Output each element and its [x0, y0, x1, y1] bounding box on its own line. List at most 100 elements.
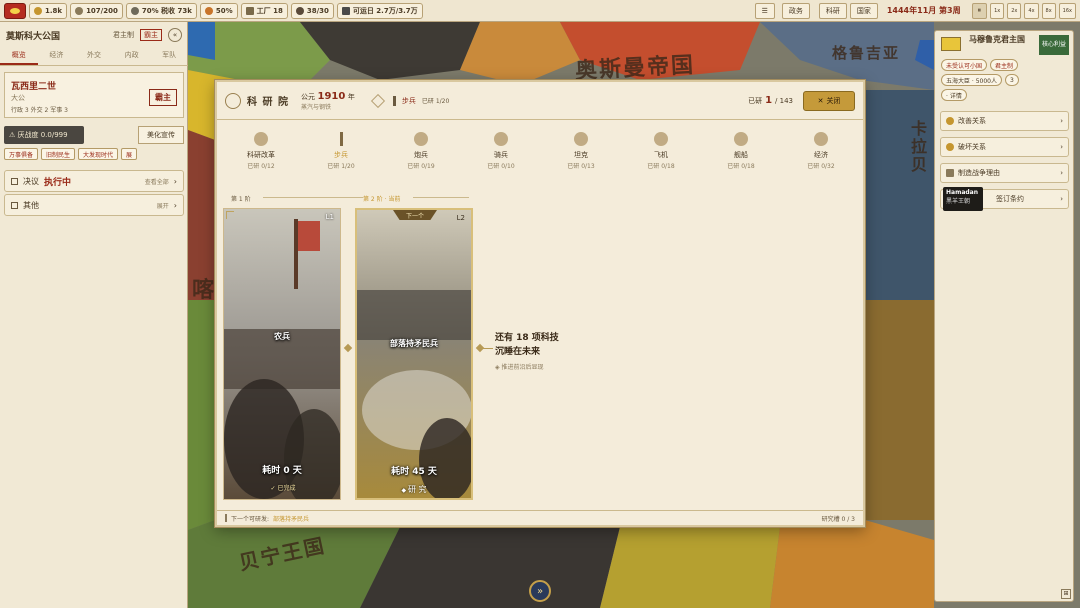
fabricate-claim-button[interactable]: 制造战争理由 ›	[940, 163, 1069, 183]
treaty-label: 签订条约	[996, 195, 1024, 203]
resource-gold[interactable]: 1.8k	[29, 2, 68, 19]
tab-interior[interactable]: 内政	[113, 50, 151, 65]
bottom-expand-button[interactable]: »	[529, 580, 551, 602]
stage-1-label: 第 1 阶	[231, 196, 251, 203]
tab-overview[interactable]: 概览	[0, 50, 38, 65]
details-link[interactable]: · 详情	[941, 89, 967, 101]
category-tab-0[interactable]: 科研改革 已研 0/12	[231, 132, 291, 170]
card-1-name: 农兵	[274, 332, 290, 341]
card-2-level: L2	[456, 214, 465, 222]
category-icon	[339, 132, 343, 146]
card-1-level: L1	[325, 213, 334, 221]
category-progress: 已研 0/19	[407, 163, 435, 170]
research-action[interactable]: ◆ 研 究	[357, 484, 471, 495]
country-name: 莫斯科大公国	[6, 31, 61, 42]
stage-divider	[263, 197, 363, 198]
speed-2x[interactable]: 2x	[1007, 2, 1022, 19]
category-tab-5[interactable]: 飞机 已研 0/18	[631, 132, 691, 170]
close-label: 关闭	[826, 96, 841, 105]
other-link[interactable]: 展开	[157, 201, 169, 210]
improve-relations-button[interactable]: 改善关系 ›	[940, 111, 1069, 131]
category-name: 坦克	[574, 151, 588, 159]
expand-corner-icon[interactable]: ⊞	[1061, 589, 1071, 599]
stage-2-label: 第 2 阶 · 当前	[363, 196, 401, 203]
research-button[interactable]: 科研	[818, 2, 847, 19]
category-icon	[574, 132, 588, 146]
resource-transport[interactable]: 可运日 2.7万/3.7万	[336, 2, 423, 19]
government-label: 君主制	[113, 31, 134, 39]
modifier-1[interactable]: 旧制民生	[41, 148, 76, 160]
nation-button[interactable]: 国家	[849, 2, 878, 19]
speed-16x[interactable]: 16x	[1058, 2, 1076, 19]
tab-military[interactable]: 军队	[150, 50, 188, 65]
tab-diplomacy[interactable]: 外交	[75, 50, 113, 65]
next-tag-label: 下一个	[405, 212, 424, 220]
stage-divider	[413, 197, 469, 198]
tab-economy[interactable]: 经济	[38, 50, 76, 65]
target-stat-1: 3	[1005, 74, 1019, 86]
flag-button[interactable]	[4, 2, 26, 19]
footer-prefix: 下一个可研发:	[231, 515, 270, 523]
card-1-status: ✓ 已完成	[270, 485, 296, 492]
pause-button[interactable]: ⏸	[971, 2, 988, 19]
category-tab-2[interactable]: 炮兵已研 0/19	[391, 132, 451, 170]
other-row[interactable]: 其他 展开 ›	[4, 194, 184, 216]
speed-4x[interactable]: 4x	[1024, 2, 1039, 19]
total-all: / 143	[775, 96, 793, 105]
modifier-0[interactable]: 万事俱备	[4, 148, 39, 160]
category-name: 炮兵	[414, 151, 428, 159]
war-exhaustion: ⚠ 厌战度 0.0/999	[4, 126, 84, 144]
menu-button[interactable]: ☰	[754, 2, 775, 19]
gold-coin-icon	[34, 6, 42, 15]
tech-card-tribal-spearmen[interactable]: 下一个 L2 部落持矛民兵 耗时 45 天 ◆ 研 究	[355, 208, 473, 500]
speed-8x[interactable]: 8x	[1041, 2, 1056, 19]
chevron-right-icon: ›	[173, 176, 177, 186]
category-tab-7[interactable]: 经济 已研 0/32	[791, 132, 851, 170]
decisions-row[interactable]: 决议 执行中 查看全部 ›	[4, 170, 184, 192]
modifier-row: 万事俱备 旧制民生 大发现时代 展	[4, 148, 184, 162]
future-hint: ◈ 推进前沿后显现	[495, 364, 544, 371]
target-stat-0: 五海大臣 · 5000人	[941, 74, 1002, 86]
modifier-3[interactable]: 展	[121, 148, 138, 160]
footer-next-tech[interactable]: 部落持矛民兵	[273, 514, 309, 523]
propaganda-button[interactable]: 美化宣传	[138, 126, 184, 144]
top-bar: 1.8k 107/200 70% 税收 73k 50% 工厂 18 38/30 …	[0, 0, 1080, 22]
compass-icon	[370, 93, 385, 108]
target-flag	[941, 37, 961, 51]
category-tab-4[interactable]: 坦克 已研 0/13	[551, 132, 611, 170]
map-label-ka: 喀	[192, 277, 217, 303]
current-category: 步兵	[401, 96, 416, 105]
ruler-card[interactable]: 瓦西里二世 大公 行政 3 外交 2 军事 3 霸主	[4, 72, 184, 118]
category-name: 科研改革	[247, 151, 275, 159]
category-tab-1[interactable]: 步兵 已研 1/20	[311, 132, 371, 170]
tag-monarchy: 君主制	[990, 59, 1019, 71]
target-country-name: 马穆鲁克君主国	[969, 35, 1025, 44]
collapse-button[interactable]: «	[168, 28, 182, 42]
resource-tax[interactable]: 70% 税收 73k	[125, 2, 197, 19]
damage-relations-button[interactable]: 破坏关系 ›	[940, 137, 1069, 157]
resource-units[interactable]: 38/30	[290, 2, 334, 19]
ruler-name: 瓦西里二世	[11, 82, 57, 92]
modal-footer: 下一个可研发: 部落持矛民兵 研究槽 0 / 3	[217, 510, 863, 525]
tech-card-peasant-levy[interactable]: L1 农兵 耗时 0 天 ✓ 已完成	[223, 208, 341, 500]
card-2-cost: 耗时 45 天	[391, 467, 437, 477]
decisions-link[interactable]: 查看全部	[145, 177, 169, 186]
policy-button[interactable]: 政务	[781, 2, 810, 19]
speed-1x[interactable]: 1x	[990, 2, 1005, 19]
category-icon	[734, 132, 748, 146]
chevron-right-icon: ›	[1060, 143, 1063, 151]
resource-factory[interactable]: 工厂 18	[240, 2, 288, 19]
game-date: 1444年11月 第3周	[886, 6, 961, 15]
resource-stability[interactable]: 50%	[199, 2, 238, 19]
decisions-label: 决议	[23, 176, 39, 186]
total-label: 已研	[748, 96, 763, 105]
map-label-karabe: 卡拉贝	[908, 120, 927, 174]
category-tab-6[interactable]: 舰船 已研 0/18	[711, 132, 771, 170]
infantry-icon	[392, 95, 396, 106]
category-progress: 已研 0/32	[807, 163, 835, 170]
close-button[interactable]: ✕ 关闭	[803, 90, 855, 111]
category-name: 飞机	[654, 151, 668, 159]
category-tab-3[interactable]: 骑兵 已研 0/10	[471, 132, 531, 170]
modifier-2[interactable]: 大发现时代	[78, 148, 119, 160]
resource-manpower[interactable]: 107/200	[70, 2, 123, 19]
